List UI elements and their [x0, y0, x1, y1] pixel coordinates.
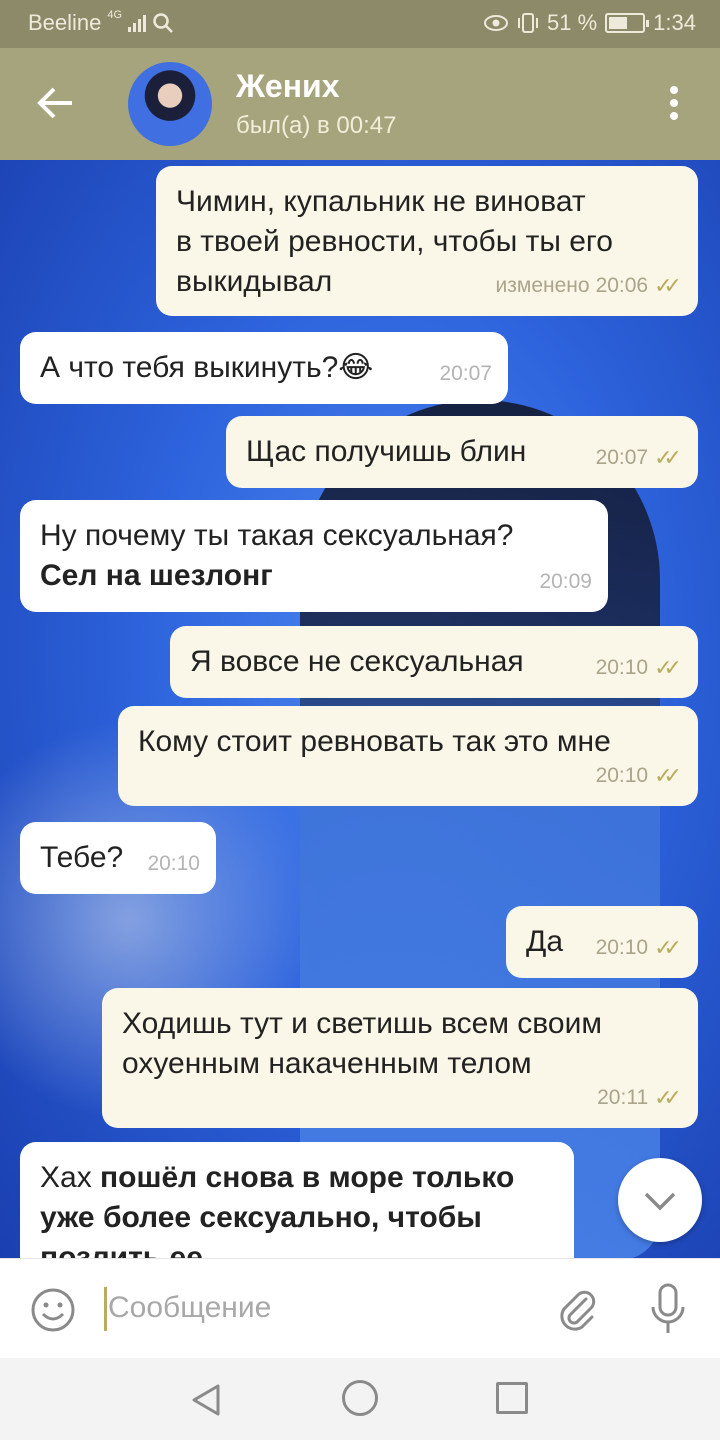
message-time: 20:11 [597, 1086, 649, 1109]
message-text: в твоей ревности, чтобы ты его [176, 225, 613, 258]
carrier-label: Beeline [28, 10, 102, 35]
message-incoming[interactable]: Тебе? 20:10 [20, 822, 216, 894]
message-text: Тебе? [40, 841, 124, 874]
message-outgoing[interactable]: Чимин, купальник не виноват в твоей ревн… [156, 166, 698, 316]
message-incoming[interactable]: Ну почему ты такая сексуальная? Сел на ш… [20, 500, 608, 612]
signal-icon [128, 14, 147, 32]
message-text: Ну почему ты такая сексуальная? [40, 519, 514, 552]
nav-back-icon[interactable] [188, 1382, 224, 1418]
message-text: Я вовсе не сексуальная [190, 645, 524, 678]
nav-home-icon[interactable] [342, 1380, 378, 1416]
message-text: А что тебя выкинуть?😂 [40, 351, 374, 384]
network-label: 4G [107, 9, 123, 21]
message-text-bold: уже более сексуально, чтобы [40, 1201, 482, 1234]
message-text: Ходишь тут и светишь всем своим [122, 1007, 602, 1040]
menu-icon[interactable] [670, 86, 680, 126]
read-ticks-icon: ✓✓ [654, 935, 682, 960]
battery-icon [605, 13, 650, 33]
battery-percent: 51 % [547, 10, 598, 35]
read-ticks-icon: ✓✓ [654, 763, 682, 788]
chat-area[interactable]: Чимин, купальник не виноват в твоей ревн… [0, 160, 720, 1258]
message-text: Хах [40, 1161, 101, 1194]
message-text: Чимин, купальник не виноват [176, 185, 586, 218]
message-text: Щас получишь блин [246, 435, 527, 468]
contact-name[interactable]: Жених [236, 68, 340, 105]
scroll-down-button[interactable] [618, 1158, 702, 1242]
message-time: 20:06 [595, 274, 649, 297]
message-text: Да [526, 925, 564, 958]
chat-header: Жених был(а) в 00:47 [0, 48, 720, 160]
emoji-icon[interactable] [30, 1287, 76, 1333]
read-ticks-icon: ✓✓ [654, 445, 682, 470]
eye-icon [484, 15, 509, 31]
edited-label: изменено [495, 274, 590, 297]
message-incoming[interactable]: Хах пошёл снова в море только уже более … [20, 1142, 574, 1258]
text-cursor [104, 1287, 107, 1331]
message-text-bold: Сел на шезлонг [40, 559, 273, 592]
message-time: 20:10 [595, 656, 649, 679]
message-text: охуенным накаченным телом [122, 1047, 532, 1080]
message-text-bold: позлить ее [40, 1241, 203, 1258]
read-ticks-icon: ✓✓ [654, 1085, 682, 1110]
message-input[interactable]: Сообщение [108, 1291, 271, 1325]
message-composer: Сообщение [0, 1258, 720, 1358]
attach-icon[interactable] [552, 1285, 600, 1333]
message-outgoing[interactable]: Да 20:10 ✓✓ [506, 906, 698, 978]
message-outgoing[interactable]: Ходишь тут и светишь всем своим охуенным… [102, 988, 698, 1128]
clock: 1:34 [653, 10, 696, 35]
message-text: Кому стоит ревновать так это мне [138, 725, 611, 758]
nav-recent-icon[interactable] [496, 1382, 528, 1414]
status-bar: Beeline 4G 51 % 1:34 [0, 0, 720, 48]
search-icon [153, 13, 173, 33]
back-arrow-icon[interactable] [30, 78, 80, 128]
message-time: 20:10 [595, 764, 649, 787]
message-time: 20:07 [595, 446, 649, 469]
avatar[interactable] [128, 62, 212, 146]
mic-icon[interactable] [648, 1283, 688, 1337]
message-time: 20:10 [147, 852, 200, 875]
read-ticks-icon: ✓✓ [654, 273, 682, 298]
system-nav-bar [0, 1358, 720, 1440]
message-outgoing[interactable]: Я вовсе не сексуальная 20:10 ✓✓ [170, 626, 698, 698]
message-time: 20:10 [595, 936, 649, 959]
message-incoming[interactable]: А что тебя выкинуть?😂 20:07 [20, 332, 508, 404]
message-outgoing[interactable]: Кому стоит ревновать так это мне 20:10 ✓… [118, 706, 698, 806]
last-seen-status: был(а) в 00:47 [236, 112, 397, 139]
read-ticks-icon: ✓✓ [654, 655, 682, 680]
message-time: 20:07 [439, 362, 492, 385]
message-time: 20:09 [539, 570, 592, 593]
scroll-down-icon [644, 1192, 676, 1211]
message-text-bold: пошёл снова в море только [100, 1161, 515, 1194]
vibrate-icon [518, 13, 539, 33]
message-outgoing[interactable]: Щас получишь блин 20:07 ✓✓ [226, 416, 698, 488]
